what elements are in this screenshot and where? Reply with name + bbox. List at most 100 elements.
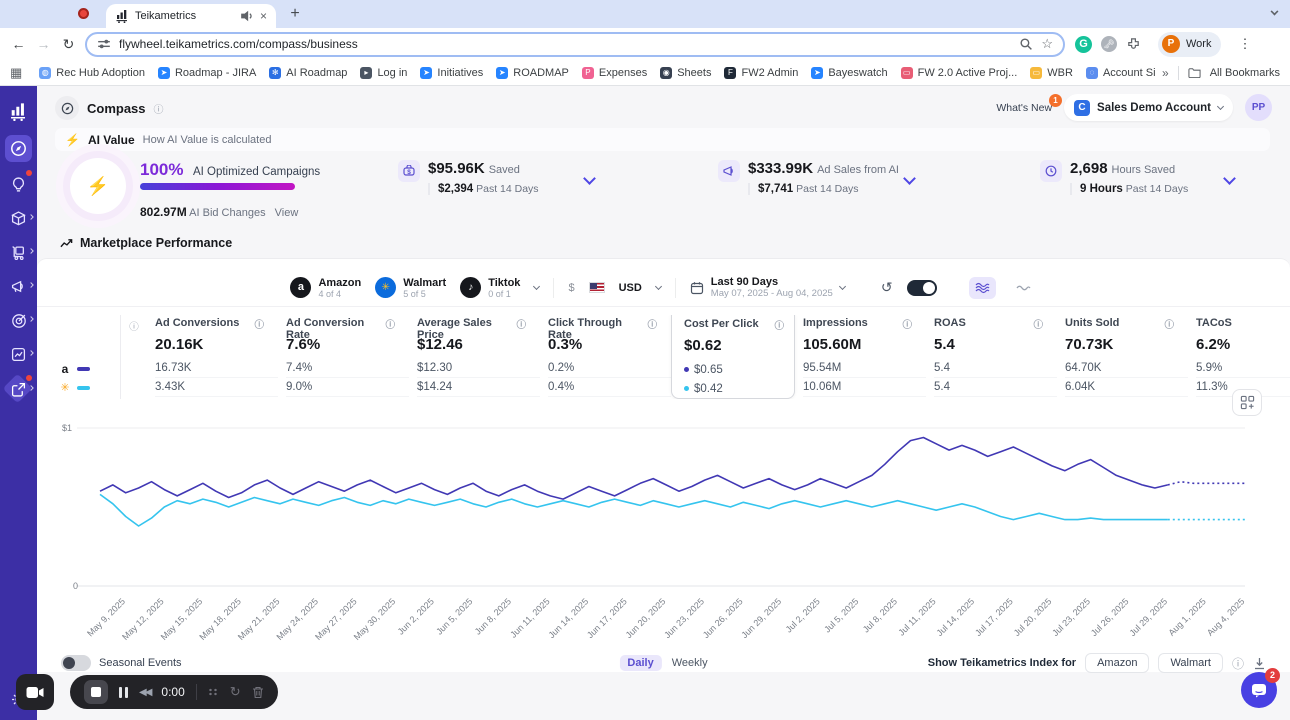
- history-icon[interactable]: ↺: [881, 279, 893, 296]
- browser-menu-icon[interactable]: ⋮: [1238, 36, 1251, 52]
- chevron-down-icon[interactable]: [654, 282, 662, 290]
- sidebar-item-advertising[interactable]: [5, 273, 34, 300]
- sidebar-item-catalog[interactable]: [5, 205, 34, 232]
- site-settings-icon[interactable]: [97, 37, 111, 51]
- tab-audio-icon[interactable]: [240, 9, 254, 23]
- bookmark-item[interactable]: ▸ Log in: [360, 66, 407, 79]
- tab-close-icon[interactable]: ×: [260, 9, 267, 23]
- view-link[interactable]: View: [275, 207, 299, 219]
- compare-toggle[interactable]: [906, 279, 937, 296]
- extensions-puzzle-icon[interactable]: [1126, 37, 1141, 52]
- single-line-chart-button[interactable]: [1010, 277, 1037, 299]
- rewind-button[interactable]: ◀◀: [139, 687, 152, 698]
- sidebar-item-insights[interactable]: [5, 170, 32, 198]
- bookmark-star-icon[interactable]: ☆: [1041, 36, 1053, 52]
- account-selector[interactable]: C Sales Demo Account: [1064, 94, 1233, 121]
- reload-button[interactable]: ↻: [56, 36, 81, 53]
- bookmark-item[interactable]: ◉ Sheets: [660, 66, 711, 79]
- browser-profile-chip[interactable]: P Work: [1158, 31, 1222, 57]
- channel-tiktok[interactable]: ♪ Tiktok 0 of 1: [460, 277, 520, 299]
- date-range-picker[interactable]: Last 90 Days May 07, 2025 - Aug 04, 2025: [690, 276, 846, 299]
- sidebar-item-compass[interactable]: [5, 135, 32, 162]
- metric-column-tacos[interactable]: TACoSⓘ6.2%5.9%11.3%: [1188, 315, 1290, 399]
- chevron-down-icon[interactable]: [533, 282, 541, 290]
- chevron-down-icon[interactable]: [1223, 172, 1236, 185]
- bookmark-item[interactable]: ✻ AI Roadmap: [269, 66, 347, 79]
- bookmark-item[interactable]: ▭ FW 2.0 Active Proj...: [900, 66, 1017, 79]
- browser-tab[interactable]: Teikametrics ×: [106, 4, 276, 28]
- tab-search-chevron-icon[interactable]: [1270, 7, 1279, 16]
- multi-line-chart-button[interactable]: [968, 276, 996, 299]
- series-line-amazon[interactable]: [99, 436, 1168, 500]
- metric-column-impressions[interactable]: Impressions ⓘ 105.60M 95.54M 10.06M: [795, 315, 926, 399]
- bookmark-item[interactable]: ▭ WBR: [1030, 66, 1073, 79]
- info-icon[interactable]: ⓘ: [154, 101, 164, 116]
- url-bar[interactable]: flywheel.teikametrics.com/compass/busine…: [85, 31, 1065, 57]
- bookmark-label: FW2 Admin: [741, 66, 799, 79]
- metric-column-cost-per-click[interactable]: Cost Per Click ⓘ $0.62 $0.65 $0.42: [671, 315, 795, 399]
- bookmark-item[interactable]: P Expenses: [581, 66, 647, 79]
- info-icon[interactable]: ⓘ: [254, 317, 264, 331]
- new-tab-button[interactable]: +: [284, 3, 306, 25]
- cpc-chart[interactable]: $10May 9, 2025May 12, 2025May 15, 2025Ma…: [37, 411, 1290, 651]
- chat-widget-button[interactable]: 2: [1241, 668, 1280, 708]
- stop-recording-button[interactable]: [84, 680, 108, 704]
- channel-walmart[interactable]: ✳ Walmart 5 of 5: [375, 277, 446, 299]
- metric-column-ad-conversion-rate[interactable]: Ad Conversion Rate ⓘ 7.6% 7.4% 9.0%: [278, 315, 409, 399]
- ai-value-subtitle-link[interactable]: How AI Value is calculated: [143, 134, 272, 146]
- bookmark-item[interactable]: F FW2 Admin: [724, 66, 799, 79]
- series-line-walmart[interactable]: [99, 493, 1168, 527]
- screen-recorder-button[interactable]: [16, 674, 54, 710]
- metric-column-click-through-rate[interactable]: Click Through Rate ⓘ 0.3% 0.2% 0.4%: [540, 315, 671, 399]
- sidebar-item-inventory[interactable]: [5, 239, 34, 266]
- currency-code[interactable]: USD: [619, 282, 642, 294]
- info-icon[interactable]: ⓘ: [902, 317, 912, 331]
- download-icon[interactable]: [1253, 657, 1266, 670]
- back-button[interactable]: ←: [6, 36, 31, 52]
- info-icon[interactable]: ⓘ: [774, 318, 784, 332]
- url-text[interactable]: flywheel.teikametrics.com/compass/busine…: [119, 37, 1011, 51]
- daily-tab[interactable]: Daily: [619, 655, 662, 671]
- info-icon[interactable]: ⓘ: [1232, 655, 1244, 672]
- whats-new-link[interactable]: What's New 1: [996, 93, 1063, 114]
- info-icon[interactable]: ⓘ: [129, 322, 139, 333]
- info-icon[interactable]: ⓘ: [385, 317, 395, 331]
- index-walmart-button[interactable]: Walmart: [1158, 653, 1223, 673]
- apps-grid-icon[interactable]: ▦: [10, 65, 22, 81]
- info-icon[interactable]: ⓘ: [1164, 317, 1174, 331]
- privacy-extension-icon[interactable]: 🗝: [1101, 36, 1117, 52]
- package-box-icon: [11, 211, 26, 226]
- chevron-down-icon[interactable]: [903, 172, 916, 185]
- channel-amazon[interactable]: a Amazon 4 of 4: [290, 277, 361, 299]
- bookmark-item[interactable]: ➤ Roadmap - JIRA: [157, 66, 256, 79]
- sidebar-item-flywheel-logo[interactable]: [5, 98, 32, 125]
- metric-column-ad-conversions[interactable]: Ad Conversions ⓘ 20.16K 16.73K 3.43K: [147, 315, 278, 399]
- forward-button[interactable]: →: [31, 36, 56, 52]
- weekly-tab[interactable]: Weekly: [672, 657, 708, 669]
- user-avatar[interactable]: PP: [1245, 94, 1272, 121]
- metric-column-roas[interactable]: ROAS ⓘ 5.4 5.4 5.4: [926, 315, 1057, 399]
- bookmark-item[interactable]: ➤ Initiatives: [420, 66, 483, 79]
- sidebar-item-goals[interactable]: [5, 307, 34, 334]
- restart-recording-icon[interactable]: ↻: [230, 684, 241, 700]
- info-icon[interactable]: ⓘ: [516, 317, 526, 331]
- pause-recording-button[interactable]: [119, 686, 128, 698]
- chevron-down-icon[interactable]: [583, 172, 596, 185]
- all-bookmarks-label[interactable]: All Bookmarks: [1210, 67, 1280, 79]
- metric-column-units-sold[interactable]: Units Sold ⓘ 70.73K 64.70K 6.04K: [1057, 315, 1188, 399]
- metric-column-average-sales-price[interactable]: Average Sales Price ⓘ $12.46 $12.30 $14.24: [409, 315, 540, 399]
- seasonal-events-toggle[interactable]: [61, 655, 91, 671]
- sidebar-item-actions[interactable]: [2, 373, 34, 404]
- info-icon[interactable]: ⓘ: [1033, 317, 1043, 331]
- bookmarks-overflow-icon[interactable]: »: [1162, 66, 1169, 80]
- index-amazon-button[interactable]: Amazon: [1085, 653, 1150, 673]
- grammarly-extension-icon[interactable]: G: [1075, 35, 1092, 53]
- bookmark-item[interactable]: ➤ ROADMAP: [496, 66, 569, 79]
- bookmark-item[interactable]: ◍ Rec Hub Adoption: [39, 66, 145, 79]
- sidebar-item-reports[interactable]: [5, 341, 34, 368]
- drag-handle-icon[interactable]: [207, 688, 219, 696]
- trash-icon[interactable]: [252, 686, 264, 699]
- bookmark-item[interactable]: ➤ Bayeswatch: [811, 66, 888, 79]
- search-icon[interactable]: [1019, 37, 1033, 51]
- info-icon[interactable]: ⓘ: [647, 317, 657, 331]
